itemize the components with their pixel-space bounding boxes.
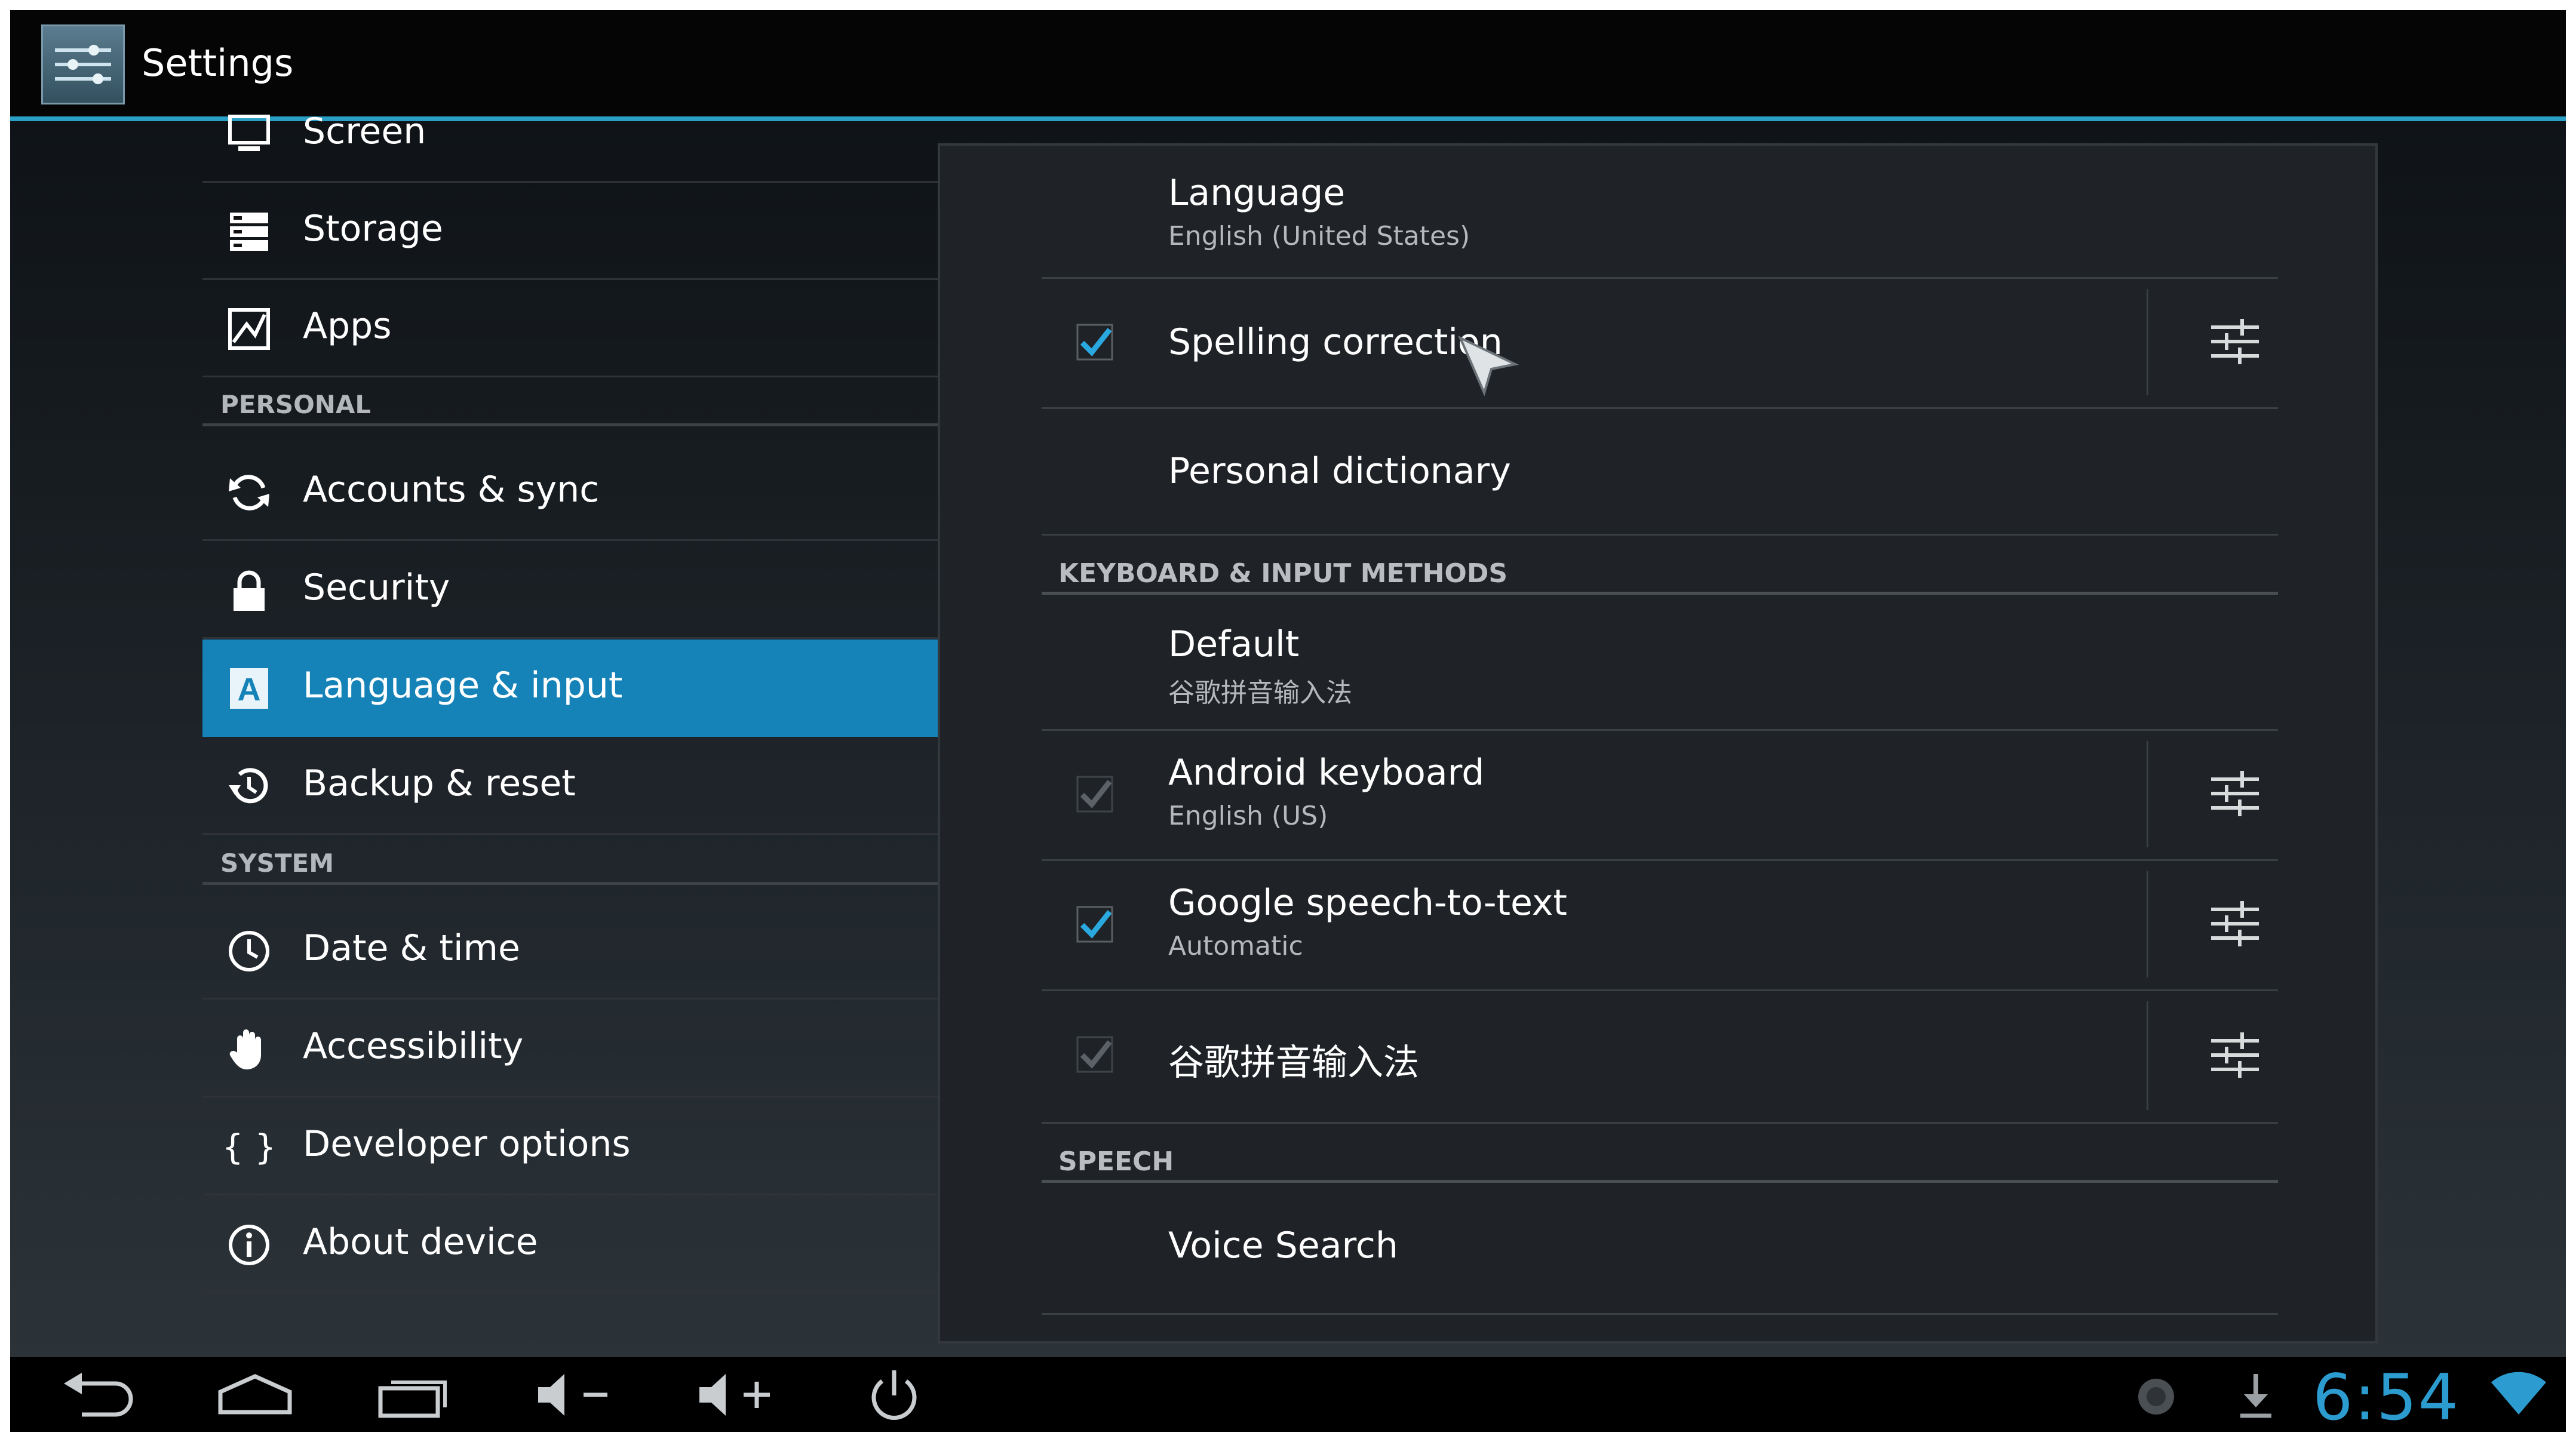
sidebar-item-label: Accessibility [303, 1025, 524, 1067]
notification-dot-icon[interactable] [2132, 1368, 2180, 1422]
language-input-panel: Language English (United States) Spellin… [938, 143, 2378, 1343]
language-icon: A [226, 666, 272, 711]
sidebar-item-screen[interactable]: Screen [202, 85, 939, 183]
spelling-checkbox[interactable] [1075, 322, 1114, 362]
speech-section-header: SPEECH [1042, 1143, 2278, 1183]
personal-dictionary-row[interactable]: Personal dictionary [1042, 407, 2278, 536]
speech-to-text-settings-icon[interactable] [2206, 895, 2264, 952]
device-screen: Settings Screen Storage Apps PERSONAL Ac… [10, 10, 2566, 1432]
pinyin-input-row[interactable]: 谷歌拼音输入法 [1042, 989, 2278, 1124]
sidebar-item-label: Screen [303, 110, 426, 152]
sidebar-item-label: Date & time [303, 927, 520, 969]
default-row[interactable]: Default 谷歌拼音输入法 [1042, 595, 2278, 731]
sidebar-item-label: Developer options [303, 1123, 631, 1165]
sidebar-item-label: Apps [303, 305, 392, 347]
spelling-settings-icon[interactable] [2206, 313, 2264, 370]
apps-icon [226, 306, 272, 352]
row-divider [2147, 871, 2148, 977]
row-divider [2147, 289, 2148, 395]
android-keyboard-settings-icon[interactable] [2206, 765, 2264, 822]
speech-to-text-title: Google speech-to-text [1168, 882, 1567, 924]
hand-icon [226, 1026, 272, 1072]
sidebar-item-label: About device [303, 1221, 538, 1263]
sidebar-item-backup-reset[interactable]: Backup & reset [202, 737, 939, 835]
sidebar-item-label: Accounts & sync [303, 469, 600, 511]
spelling-title: Spelling correction [1168, 321, 1503, 363]
pinyin-title: 谷歌拼音输入法 [1168, 1042, 1419, 1084]
sidebar-item-language-input[interactable]: A Language & input [202, 639, 939, 737]
home-icon[interactable] [213, 1368, 297, 1422]
default-title: Default [1168, 623, 1300, 665]
svg-text:{ }: { } [226, 1127, 272, 1167]
sidebar-item-apps[interactable]: Apps [202, 280, 939, 377]
spelling-correction-row[interactable]: Spelling correction [1042, 277, 2278, 409]
app-title: Settings [142, 41, 294, 85]
speech-to-text-checkbox[interactable] [1075, 905, 1114, 944]
sidebar-item-security[interactable]: Security [202, 542, 939, 639]
download-icon[interactable] [2232, 1368, 2280, 1422]
pinyin-checkbox[interactable] [1075, 1035, 1114, 1074]
sidebar-item-storage[interactable]: Storage [202, 183, 939, 280]
section-header-label: SYSTEM [220, 848, 334, 878]
android-keyboard-checkbox[interactable] [1075, 774, 1114, 814]
sidebar-item-developer-options[interactable]: { } Developer options [202, 1098, 939, 1195]
sidebar-item-date-time[interactable]: Date & time [202, 902, 939, 1000]
info-icon [226, 1222, 272, 1268]
wifi-icon [2489, 1364, 2549, 1418]
lock-icon [226, 568, 272, 613]
clock-icon [226, 928, 272, 974]
backup-icon [226, 764, 272, 809]
sidebar-item-label: Storage [303, 208, 443, 250]
sidebar-item-label: Language & input [303, 665, 623, 706]
row-divider [2147, 741, 2148, 847]
screen-icon [226, 112, 272, 157]
sidebar-item-label: Backup & reset [303, 762, 576, 804]
speech-to-text-summary: Automatic [1168, 931, 1303, 961]
sync-icon [226, 470, 272, 515]
sidebar-item-label: Security [303, 567, 450, 608]
section-header-personal: PERSONAL [202, 388, 939, 426]
section-header-label: SPEECH [1058, 1146, 1174, 1177]
back-icon[interactable] [58, 1368, 136, 1422]
sidebar-item-about-device[interactable]: About device [202, 1196, 939, 1293]
volume-down-icon[interactable] [530, 1368, 619, 1422]
volume-up-icon[interactable] [691, 1368, 781, 1422]
voice-search-row[interactable]: Voice Search [1042, 1183, 2278, 1315]
content-area: Screen Storage Apps PERSONAL Accounts & … [10, 110, 2566, 1357]
recent-apps-icon[interactable] [374, 1368, 452, 1422]
default-summary: 谷歌拼音输入法 [1168, 678, 1352, 708]
mouse-pointer-icon [1456, 333, 1521, 401]
section-header-label: PERSONAL [220, 390, 371, 419]
svg-text:A: A [238, 672, 261, 708]
settings-icon[interactable] [41, 24, 125, 104]
row-divider [2147, 1001, 2148, 1110]
braces-icon: { } [226, 1124, 272, 1170]
sidebar-item-accounts-sync[interactable]: Accounts & sync [202, 444, 939, 541]
language-summary: English (United States) [1168, 221, 1470, 251]
language-row[interactable]: Language English (United States) [1042, 146, 2278, 279]
personal-dictionary-title: Personal dictionary [1168, 450, 1511, 492]
android-keyboard-title: Android keyboard [1168, 752, 1485, 794]
keyboard-section-header: KEYBOARD & INPUT METHODS [1042, 555, 2278, 595]
storage-icon [226, 209, 272, 254]
section-header-system: SYSTEM [202, 846, 939, 885]
power-icon[interactable] [864, 1368, 924, 1422]
android-keyboard-summary: English (US) [1168, 801, 1328, 831]
system-nav-bar: 6:54 [10, 1357, 2566, 1432]
android-keyboard-row[interactable]: Android keyboard English (US) [1042, 729, 2278, 861]
language-title: Language [1168, 172, 1346, 214]
section-header-label: KEYBOARD & INPUT METHODS [1058, 558, 1508, 589]
google-speech-to-text-row[interactable]: Google speech-to-text Automatic [1042, 859, 2278, 991]
status-clock: 6:54 [2313, 1361, 2460, 1432]
sidebar-item-accessibility[interactable]: Accessibility [202, 1000, 939, 1097]
voice-search-title: Voice Search [1168, 1225, 1398, 1266]
pinyin-settings-icon[interactable] [2206, 1026, 2264, 1084]
